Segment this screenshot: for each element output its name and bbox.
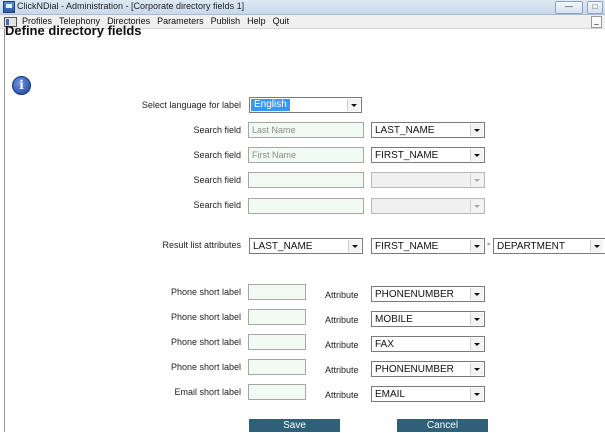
short-label-input[interactable] [248, 384, 306, 400]
search-attribute-select[interactable]: LAST_NAME [371, 122, 485, 138]
short-label-attribute-value: PHONENUMBER [375, 364, 454, 375]
page-title: Define directory fields [5, 23, 142, 38]
chevron-down-icon [470, 149, 483, 161]
short-label-attribute-select[interactable]: EMAIL [371, 386, 485, 402]
search-attribute-value: FIRST_NAME [375, 150, 439, 161]
info-icon[interactable]: i [12, 76, 31, 95]
result-attribute-select[interactable]: DEPARTMENT [493, 238, 605, 254]
short-label-input[interactable] [248, 284, 306, 300]
window-title: ClickNDial - Administration - [Corporate… [17, 1, 245, 11]
result-attribute-value: LAST_NAME [253, 241, 313, 252]
search-field-input[interactable]: Last Name [248, 122, 364, 138]
result-attribute-value: DEPARTMENT [497, 241, 565, 252]
phone-short-label: Phone short label [170, 287, 241, 297]
child-minimize-button[interactable]: _ [591, 16, 602, 28]
search-field-label: Search field [193, 200, 241, 210]
result-separator: - [487, 239, 491, 250]
phone-short-label: Phone short label [170, 312, 241, 322]
search-field-input[interactable] [248, 198, 364, 214]
short-label-attribute-value: EMAIL [375, 389, 406, 400]
attribute-label: Attribute [325, 365, 359, 375]
search-field-label: Search field [193, 150, 241, 160]
chevron-down-icon [470, 124, 483, 136]
attribute-label: Attribute [325, 390, 359, 400]
phone-short-label: Phone short label [170, 362, 241, 372]
chevron-down-icon [470, 388, 483, 400]
language-label: Select language for label [141, 100, 241, 110]
short-label-attribute-select[interactable]: PHONENUMBER [371, 361, 485, 377]
search-attribute-value: LAST_NAME [375, 125, 435, 136]
attribute-label: Attribute [325, 315, 359, 325]
chevron-down-icon [470, 338, 483, 350]
short-label-attribute-value: PHONENUMBER [375, 289, 454, 300]
search-attribute-select[interactable] [371, 198, 485, 214]
short-label-attribute-value: FAX [375, 339, 394, 350]
search-field-label: Search field [193, 175, 241, 185]
chevron-down-icon [470, 363, 483, 375]
chevron-down-icon [347, 99, 360, 111]
attribute-label: Attribute [325, 290, 359, 300]
minimize-button[interactable]: — [555, 1, 583, 14]
language-select[interactable]: English [249, 97, 362, 113]
short-label-attribute-select[interactable]: FAX [371, 336, 485, 352]
short-label-attribute-select[interactable]: MOBILE [371, 311, 485, 327]
chevron-down-icon [590, 240, 603, 252]
attribute-label: Attribute [325, 340, 359, 350]
menu-item-help[interactable]: Help [247, 16, 266, 26]
search-field-input[interactable]: First Name [248, 147, 364, 163]
search-field-placeholder: First Name [252, 150, 297, 160]
search-attribute-select[interactable] [371, 172, 485, 188]
short-label-input[interactable] [248, 359, 306, 375]
language-value: English [251, 99, 290, 111]
cancel-button[interactable]: Cancel [397, 419, 488, 432]
result-attribute-value: FIRST_NAME [375, 241, 439, 252]
save-button[interactable]: Save [249, 419, 340, 432]
short-label-input[interactable] [248, 334, 306, 350]
chevron-down-icon [348, 240, 361, 252]
app-window-icon [3, 1, 15, 13]
search-field-placeholder: Last Name [252, 125, 296, 135]
short-label-input[interactable] [248, 309, 306, 325]
chevron-down-icon [470, 240, 483, 252]
window-controls: — □ [555, 1, 603, 14]
phone-short-label: Phone short label [170, 337, 241, 347]
result-attribute-select[interactable]: LAST_NAME [249, 238, 363, 254]
chevron-down-icon [470, 288, 483, 300]
short-label-attribute-value: MOBILE [375, 314, 413, 325]
email-short-label: Email short label [174, 387, 241, 397]
chevron-down-icon [470, 200, 483, 212]
chevron-down-icon [470, 313, 483, 325]
result-list-label: Result list attributes [162, 240, 241, 250]
menu-item-quit[interactable]: Quit [273, 16, 290, 26]
short-label-attribute-select[interactable]: PHONENUMBER [371, 286, 485, 302]
restore-button[interactable]: □ [587, 1, 603, 14]
title-bar: ClickNDial - Administration - [Corporate… [0, 0, 605, 15]
search-field-input[interactable] [248, 172, 364, 188]
search-field-label: Search field [193, 125, 241, 135]
menu-item-parameters[interactable]: Parameters [157, 16, 204, 26]
chevron-down-icon [470, 174, 483, 186]
result-attribute-select[interactable]: FIRST_NAME [371, 238, 485, 254]
search-attribute-select[interactable]: FIRST_NAME [371, 147, 485, 163]
menu-item-publish[interactable]: Publish [211, 16, 241, 26]
